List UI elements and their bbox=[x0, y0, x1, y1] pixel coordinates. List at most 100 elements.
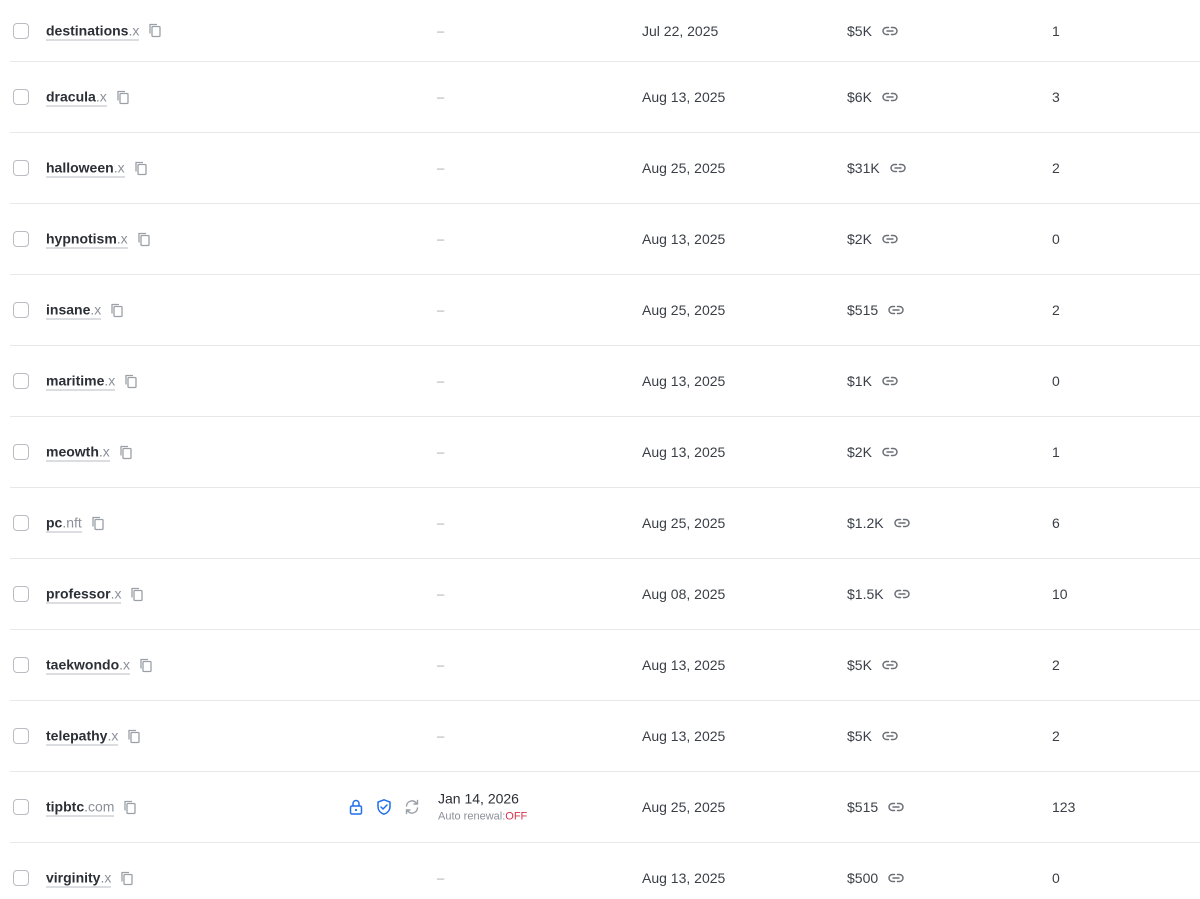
table-row: dracula.x – Aug 13, 2025 $6K 3 bbox=[10, 62, 1200, 133]
count-cell: 0 bbox=[1052, 231, 1060, 247]
copy-icon[interactable] bbox=[137, 231, 151, 247]
link-icon[interactable] bbox=[893, 585, 911, 603]
row-checkbox[interactable] bbox=[13, 444, 29, 460]
table-row: telepathy.x – Aug 13, 2025 $5K 2 bbox=[10, 701, 1200, 772]
count-cell: 3 bbox=[1052, 89, 1060, 105]
domain-link[interactable]: meowth.x bbox=[46, 443, 110, 462]
domain-link[interactable]: maritime.x bbox=[46, 372, 116, 391]
copy-icon[interactable] bbox=[148, 23, 162, 39]
table-row: taekwondo.x – Aug 13, 2025 $5K 2 bbox=[10, 630, 1200, 701]
copy-icon[interactable] bbox=[139, 657, 153, 673]
date-cell: Aug 25, 2025 bbox=[642, 302, 726, 318]
domain-actions bbox=[347, 798, 421, 816]
domain-name-cell: professor.x bbox=[46, 585, 144, 604]
domain-link[interactable]: destinations.x bbox=[46, 21, 140, 40]
date-cell: Aug 13, 2025 bbox=[642, 373, 726, 389]
refresh-icon[interactable] bbox=[403, 798, 421, 816]
price-value: $1.2K bbox=[847, 515, 884, 531]
date-cell: Jul 22, 2025 bbox=[642, 22, 719, 39]
count-cell: 2 bbox=[1052, 302, 1060, 318]
table-row: professor.x – Aug 08, 2025 $1.5K 10 bbox=[10, 559, 1200, 630]
row-checkbox[interactable] bbox=[13, 728, 29, 744]
row-checkbox[interactable] bbox=[13, 373, 29, 389]
domain-link[interactable]: virginity.x bbox=[46, 869, 112, 888]
price-cell: $2K bbox=[847, 443, 899, 461]
price-value: $500 bbox=[847, 870, 879, 886]
expiry-empty: – bbox=[437, 89, 445, 105]
copy-icon[interactable] bbox=[120, 870, 134, 886]
expiry-date: Jan 14, 2026 bbox=[438, 790, 519, 807]
table-row: hypnotism.x – Aug 13, 2025 $2K 0 bbox=[10, 204, 1200, 275]
price-value: $1.5K bbox=[847, 586, 884, 602]
row-checkbox[interactable] bbox=[13, 22, 29, 39]
row-checkbox[interactable] bbox=[13, 89, 29, 105]
domain-name-cell: maritime.x bbox=[46, 372, 138, 391]
copy-icon[interactable] bbox=[130, 586, 144, 602]
link-icon[interactable] bbox=[889, 159, 907, 177]
date-cell: Aug 25, 2025 bbox=[642, 515, 726, 531]
domain-link[interactable]: professor.x bbox=[46, 585, 122, 604]
copy-icon[interactable] bbox=[119, 444, 133, 460]
domain-link[interactable]: pc.nft bbox=[46, 514, 82, 533]
domain-link[interactable]: hypnotism.x bbox=[46, 230, 128, 249]
domain-link[interactable]: telepathy.x bbox=[46, 727, 119, 746]
auto-renewal-label: Auto renewal: bbox=[438, 810, 506, 823]
link-icon[interactable] bbox=[881, 88, 899, 106]
table-row: meowth.x – Aug 13, 2025 $2K 1 bbox=[10, 417, 1200, 488]
copy-icon[interactable] bbox=[124, 373, 138, 389]
date-cell: Aug 13, 2025 bbox=[642, 728, 726, 744]
link-icon[interactable] bbox=[881, 656, 899, 674]
expiry-empty: – bbox=[437, 23, 445, 38]
domain-name-cell: meowth.x bbox=[46, 443, 133, 462]
price-value: $6K bbox=[847, 89, 872, 105]
copy-icon[interactable] bbox=[110, 302, 124, 318]
domain-link[interactable]: taekwondo.x bbox=[46, 656, 131, 675]
link-icon[interactable] bbox=[881, 22, 899, 40]
row-checkbox[interactable] bbox=[13, 799, 29, 815]
copy-icon[interactable] bbox=[123, 799, 137, 815]
copy-icon[interactable] bbox=[127, 728, 141, 744]
domain-link[interactable]: insane.x bbox=[46, 301, 102, 320]
row-checkbox[interactable] bbox=[13, 302, 29, 318]
domain-name-cell: tipbtc.com bbox=[46, 798, 137, 817]
lock-icon[interactable] bbox=[347, 798, 365, 816]
price-cell: $1.2K bbox=[847, 514, 911, 532]
table-row: halloween.x – Aug 25, 2025 $31K 2 bbox=[10, 133, 1200, 204]
copy-icon[interactable] bbox=[134, 160, 148, 176]
row-checkbox[interactable] bbox=[13, 160, 29, 176]
table-row: insane.x – Aug 25, 2025 $515 2 bbox=[10, 275, 1200, 346]
expiry-empty: – bbox=[437, 870, 445, 886]
domain-link[interactable]: dracula.x bbox=[46, 88, 107, 107]
link-icon[interactable] bbox=[887, 798, 905, 816]
price-value: $31K bbox=[847, 160, 880, 176]
link-icon[interactable] bbox=[881, 443, 899, 461]
link-icon[interactable] bbox=[887, 869, 905, 887]
link-icon[interactable] bbox=[881, 727, 899, 745]
row-checkbox[interactable] bbox=[13, 515, 29, 531]
domain-link[interactable]: halloween.x bbox=[46, 159, 125, 178]
copy-icon[interactable] bbox=[116, 89, 130, 105]
row-checkbox[interactable] bbox=[13, 586, 29, 602]
row-checkbox[interactable] bbox=[13, 870, 29, 886]
shield-check-icon[interactable] bbox=[375, 798, 393, 816]
row-checkbox[interactable] bbox=[13, 657, 29, 673]
price-cell: $1K bbox=[847, 372, 899, 390]
count-cell: 1 bbox=[1052, 444, 1060, 460]
domain-name-cell: halloween.x bbox=[46, 159, 148, 178]
count-cell: 0 bbox=[1052, 373, 1060, 389]
price-cell: $2K bbox=[847, 230, 899, 248]
copy-icon[interactable] bbox=[91, 515, 105, 531]
domain-name-cell: hypnotism.x bbox=[46, 230, 151, 249]
row-checkbox[interactable] bbox=[13, 231, 29, 247]
link-icon[interactable] bbox=[881, 372, 899, 390]
domain-name-cell: insane.x bbox=[46, 301, 124, 320]
count-cell: 2 bbox=[1052, 160, 1060, 176]
link-icon[interactable] bbox=[887, 301, 905, 319]
link-icon[interactable] bbox=[893, 514, 911, 532]
price-value: $5K bbox=[847, 728, 872, 744]
domain-link[interactable]: tipbtc.com bbox=[46, 798, 115, 817]
link-icon[interactable] bbox=[881, 230, 899, 248]
expiry-empty: – bbox=[437, 302, 445, 318]
domain-name-cell: telepathy.x bbox=[46, 727, 141, 746]
expiry-empty: – bbox=[437, 728, 445, 744]
